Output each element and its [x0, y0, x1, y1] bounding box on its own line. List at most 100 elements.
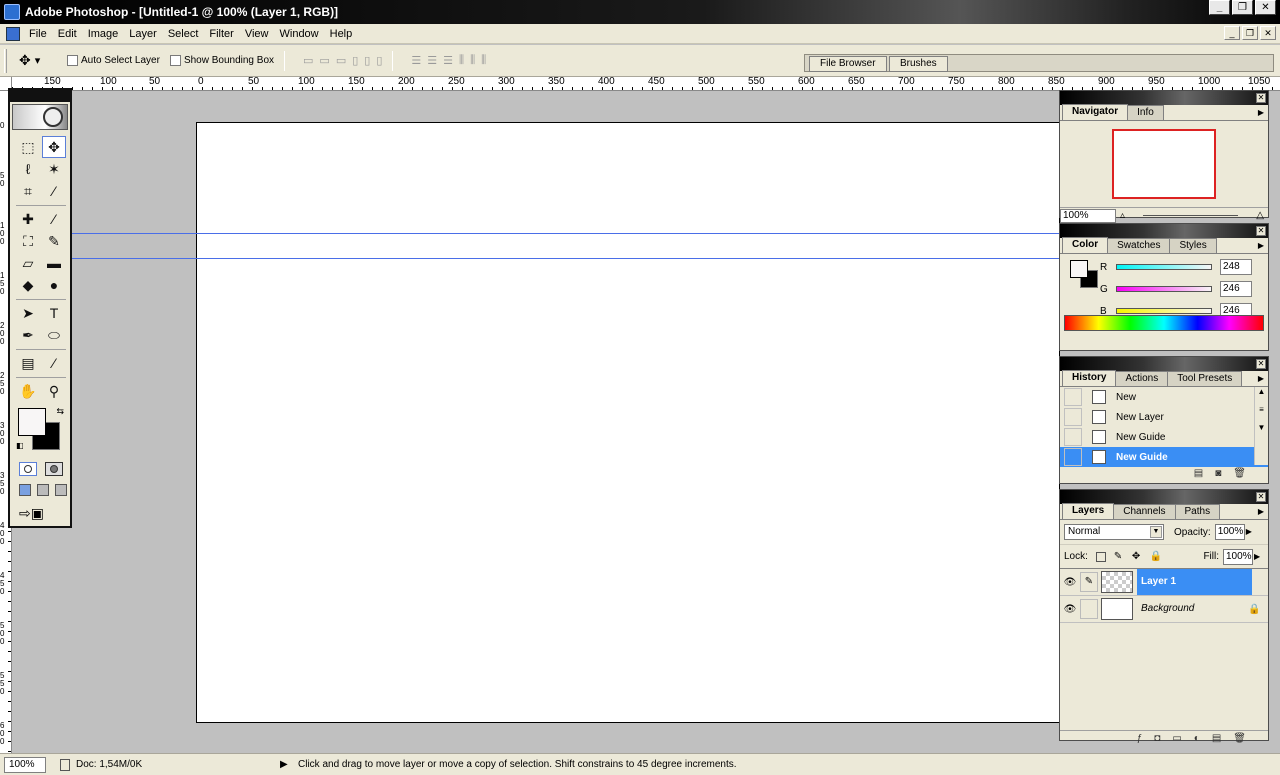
fill-slider-arrow[interactable]: ▶	[1254, 550, 1264, 564]
channel-value[interactable]: 246	[1220, 281, 1252, 297]
zoom-in-icon[interactable]: △	[1256, 210, 1264, 221]
horizontal-guide[interactable]	[70, 233, 1060, 234]
history-scrollbar[interactable]: ▲ ≡ ▼	[1254, 387, 1268, 465]
history-brush-source[interactable]	[1064, 428, 1082, 446]
layer-row[interactable]: 👁 ✎ Layer 1	[1060, 569, 1268, 596]
toolbox-titlebar[interactable]	[10, 90, 70, 102]
hand-tool[interactable]: ✋	[16, 380, 40, 402]
path-select-tool[interactable]: ➤	[16, 302, 40, 324]
photoshop-logo[interactable]	[12, 104, 68, 130]
doc-minimize-button[interactable]: _	[1224, 26, 1240, 40]
minimize-button[interactable]: _	[1209, 0, 1230, 15]
photoshop-app-icon[interactable]	[4, 4, 20, 20]
opacity-field[interactable]: 100%	[1214, 524, 1245, 540]
layer-name[interactable]: Background	[1137, 596, 1232, 622]
zoom-out-icon[interactable]: ▵	[1120, 210, 1125, 221]
layer-style-icon[interactable]: ƒ	[1137, 733, 1143, 744]
palette-menu-icon[interactable]: ▶	[1258, 507, 1264, 516]
zoom-tool[interactable]: ⚲	[42, 380, 66, 402]
status-menu-arrow-icon[interactable]: ▶	[280, 759, 288, 770]
standard-mode-button[interactable]	[19, 462, 37, 476]
document-menu-icon[interactable]	[6, 26, 20, 41]
document-canvas[interactable]	[196, 122, 1060, 723]
tab-paths[interactable]: Paths	[1174, 504, 1221, 519]
distribute-right-icon[interactable]: ⫼	[481, 54, 486, 67]
align-left-icon[interactable]: ▯	[352, 54, 358, 67]
palette-titlebar[interactable]: ✕	[1060, 224, 1268, 238]
tab-layers[interactable]: Layers	[1062, 503, 1115, 519]
close-icon[interactable]: ✕	[1256, 93, 1266, 103]
tab-tool-presets[interactable]: Tool Presets	[1167, 371, 1243, 386]
lock-transparency-icon[interactable]	[1095, 551, 1106, 562]
clone-stamp-tool[interactable]: ⛶	[16, 230, 40, 252]
brushes-tab[interactable]: Brushes	[889, 56, 948, 72]
distribute-hcenter-icon[interactable]: ⫼	[470, 54, 475, 67]
align-hcenter-icon[interactable]: ▯	[364, 54, 370, 67]
jump-to-imageready-button[interactable]: ⇨▣	[19, 504, 63, 522]
menu-file[interactable]: File	[25, 28, 54, 40]
palette-titlebar[interactable]: ✕	[1060, 357, 1268, 371]
new-group-icon[interactable]: ▭	[1172, 733, 1181, 744]
file-browser-tab[interactable]: File Browser	[809, 56, 887, 72]
eyedropper-tool[interactable]: ⁄	[42, 352, 66, 374]
pen-tool[interactable]: ✒	[16, 324, 40, 346]
tab-info[interactable]: Info	[1127, 105, 1164, 120]
history-state[interactable]: New Guide	[1060, 427, 1268, 447]
color-slider-g[interactable]: G 246	[1100, 281, 1252, 297]
channel-gradient[interactable]	[1116, 286, 1212, 292]
palette-menu-icon[interactable]: ▶	[1258, 241, 1264, 250]
menu-edit[interactable]: Edit	[54, 28, 84, 40]
tab-styles[interactable]: Styles	[1169, 238, 1217, 253]
swap-colors-icon[interactable]: ⇆	[56, 406, 64, 417]
document-size[interactable]: Doc: 1,54M/0K	[76, 759, 276, 770]
menu-select[interactable]: Select	[164, 28, 206, 40]
doc-close-button[interactable]: ✕	[1260, 26, 1276, 40]
eye-icon[interactable]: 👁	[1060, 577, 1080, 588]
layer-mask-icon[interactable]: ◘	[1154, 733, 1160, 744]
doc-restore-button[interactable]: ❐	[1242, 26, 1258, 40]
link-slot[interactable]	[1080, 599, 1098, 619]
close-icon[interactable]: ✕	[1256, 359, 1266, 369]
align-bottom-icon[interactable]: ▭	[336, 54, 346, 67]
tab-history[interactable]: History	[1062, 370, 1117, 386]
full-screen-button[interactable]	[55, 484, 67, 496]
color-ramp[interactable]	[1064, 315, 1264, 331]
new-document-icon[interactable]: ▤	[1194, 468, 1203, 479]
distribute-top-icon[interactable]: ☰	[411, 54, 421, 67]
menu-view[interactable]: View	[241, 28, 276, 40]
show-bounding-box-checkbox[interactable]: Show Bounding Box	[169, 55, 274, 66]
crop-tool[interactable]: ⌗	[16, 180, 40, 202]
tab-actions[interactable]: Actions	[1115, 371, 1169, 386]
standard-screen-button[interactable]	[19, 484, 31, 496]
move-tool[interactable]: ✥	[42, 136, 66, 158]
horizontal-guide[interactable]	[70, 258, 1060, 259]
layer-name[interactable]: Layer 1	[1137, 569, 1252, 595]
close-icon[interactable]: ✕	[1256, 226, 1266, 236]
gradient-tool[interactable]: ▬	[42, 252, 66, 274]
menu-window[interactable]: Window	[276, 28, 326, 40]
palette-menu-icon[interactable]: ▶	[1258, 108, 1264, 117]
distribute-left-icon[interactable]: ⫼	[459, 54, 464, 67]
fill-field[interactable]: 100%	[1223, 548, 1253, 565]
foreground-color[interactable]	[1070, 260, 1088, 278]
palette-titlebar[interactable]: ✕	[1060, 490, 1268, 504]
trash-icon[interactable]: 🗑	[1233, 733, 1246, 744]
lock-position-icon[interactable]: ✥	[1132, 551, 1142, 562]
trash-icon[interactable]: 🗑	[1233, 468, 1246, 479]
history-brush-source[interactable]	[1064, 388, 1082, 406]
zoom-field[interactable]: 100%	[4, 756, 46, 773]
magic-wand-tool[interactable]: ✶	[42, 158, 66, 180]
channel-gradient[interactable]	[1116, 264, 1212, 270]
blend-mode-select[interactable]: Normal ▼	[1064, 524, 1164, 540]
history-state-current[interactable]: New Guide	[1060, 447, 1268, 467]
foreground-color[interactable]	[18, 408, 46, 436]
align-top-icon[interactable]: ▭	[303, 54, 313, 67]
full-screen-menubar-button[interactable]	[37, 484, 49, 496]
dodge-tool[interactable]: ●	[42, 274, 66, 296]
palette-menu-icon[interactable]: ▶	[1258, 374, 1264, 383]
tab-swatches[interactable]: Swatches	[1107, 238, 1171, 253]
close-button[interactable]: ✕	[1255, 0, 1276, 15]
blur-tool[interactable]: ◆	[16, 274, 40, 296]
quick-mask-button[interactable]	[45, 462, 63, 476]
tab-color[interactable]: Color	[1062, 237, 1109, 253]
